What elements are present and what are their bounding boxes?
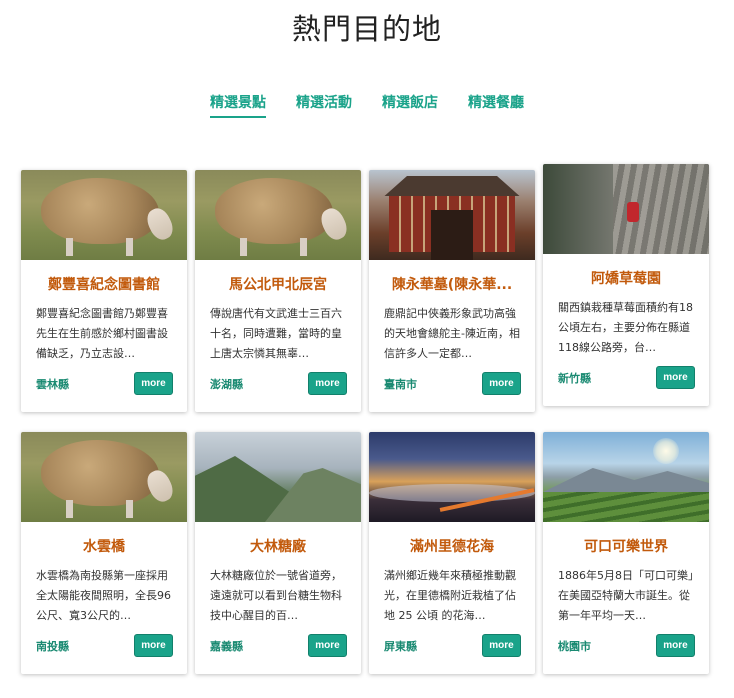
card-city: 嘉義縣 <box>210 640 243 653</box>
rock-climber-photo <box>543 164 709 254</box>
sunset-cloud-sea-photo <box>369 432 535 522</box>
card-description: 傳說唐代有文武進士三百六十名，同時遭難，當時的皇上唐太宗憐其無辜… <box>210 307 342 360</box>
card-city: 屏東縣 <box>384 640 417 653</box>
more-button[interactable]: more <box>656 634 695 657</box>
temple-gate-photo <box>369 170 535 260</box>
card-description: 1886年5月8日「可口可樂」在美國亞特蘭大市誕生。從第一年平均一天… <box>558 569 694 622</box>
more-button[interactable]: more <box>134 372 173 395</box>
more-button[interactable]: more <box>656 366 695 389</box>
card-city: 臺南市 <box>384 378 417 391</box>
destination-card[interactable]: 水雲橋 水雲橋為南投縣第一座採用全太陽能夜間照明，全長96公尺、寬3公尺的… 南… <box>21 432 187 674</box>
destination-card[interactable]: 滿州里德花海 滿州鄉近幾年來積極推動觀光，在里德橋附近栽植了佔地 25 公頃 的… <box>369 432 535 674</box>
card-description: 關西鎮栽種草莓面積約有18公頃左右，主要分佈在縣道118線公路旁，台… <box>558 301 693 354</box>
card-city: 桃園市 <box>558 640 591 653</box>
card-title: 滿州里德花海 <box>410 539 494 555</box>
page-title: 熱門目的地 <box>291 12 442 46</box>
destination-grid: 鄭豐喜紀念圖書館 鄭豐喜紀念圖書館乃鄭豐喜先生在生前感於鄉村圖書設備缺乏，乃立志… <box>21 164 709 674</box>
more-button[interactable]: more <box>308 372 347 395</box>
sheep-grazing-photo <box>21 432 187 522</box>
more-button[interactable]: more <box>134 634 173 657</box>
card-description: 鹿鼎記中俠義形象武功高強的天地會總舵主-陳近南，相信許多人一定都… <box>384 307 520 360</box>
card-description: 大林糖廠位於一號省道旁，遠遠就可以看到台糖生物科技中心醒目的百… <box>210 569 342 622</box>
destination-card[interactable]: 大林糖廠 大林糖廠位於一號省道旁，遠遠就可以看到台糖生物科技中心醒目的百… 嘉義… <box>195 432 361 674</box>
card-city: 澎湖縣 <box>210 378 243 391</box>
tea-plantation-photo <box>543 432 709 522</box>
destination-card[interactable]: 馬公北甲北辰宮 傳說唐代有文武進士三百六十名，同時遭難，當時的皇上唐太宗憐其無辜… <box>195 170 361 412</box>
card-description: 鄭豐喜紀念圖書館乃鄭豐喜先生在生前感於鄉村圖書設備缺乏，乃立志設… <box>36 307 168 360</box>
card-description: 滿州鄉近幾年來積極推動觀光，在里德橋附近栽植了佔地 25 公頃 的花海… <box>384 569 516 622</box>
card-city: 雲林縣 <box>36 378 69 391</box>
tab-featured-attractions[interactable]: 精選景點 <box>210 92 266 118</box>
destination-card[interactable]: 鄭豐喜紀念圖書館 鄭豐喜紀念圖書館乃鄭豐喜先生在生前感於鄉村圖書設備缺乏，乃立志… <box>21 170 187 412</box>
tab-featured-hotels[interactable]: 精選飯店 <box>382 92 438 118</box>
card-title: 可口可樂世界 <box>584 539 668 555</box>
card-title: 大林糖廠 <box>250 539 306 555</box>
destination-card[interactable]: 陳永華墓(陳永華... 鹿鼎記中俠義形象武功高強的天地會總舵主-陳近南，相信許多… <box>369 170 535 412</box>
card-title: 馬公北甲北辰宮 <box>229 277 327 293</box>
card-city: 新竹縣 <box>558 372 591 385</box>
sheep-grazing-photo <box>21 170 187 260</box>
card-title: 阿嬌草莓園 <box>591 271 661 287</box>
card-title: 鄭豐喜紀念圖書館 <box>48 277 160 293</box>
card-title: 陳永華墓(陳永華... <box>391 277 513 293</box>
card-title: 水雲橋 <box>83 539 125 555</box>
more-button[interactable]: more <box>308 634 347 657</box>
tab-featured-restaurants[interactable]: 精選餐廳 <box>468 92 524 118</box>
more-button[interactable]: more <box>482 634 521 657</box>
more-button[interactable]: more <box>482 372 521 395</box>
card-description: 水雲橋為南投縣第一座採用全太陽能夜間照明，全長96公尺、寬3公尺的… <box>36 569 171 622</box>
card-city: 南投縣 <box>36 640 69 653</box>
tab-featured-activities[interactable]: 精選活動 <box>296 92 352 118</box>
destination-card[interactable]: 可口可樂世界 1886年5月8日「可口可樂」在美國亞特蘭大市誕生。從第一年平均一… <box>543 432 709 674</box>
destination-card[interactable]: 阿嬌草莓園 關西鎮栽種草莓面積約有18公頃左右，主要分佈在縣道118線公路旁，台… <box>543 164 709 406</box>
mountain-landscape-photo <box>195 432 361 522</box>
sheep-grazing-photo <box>195 170 361 260</box>
category-tabs: 精選景點 精選活動 精選飯店 精選餐廳 <box>0 92 734 118</box>
